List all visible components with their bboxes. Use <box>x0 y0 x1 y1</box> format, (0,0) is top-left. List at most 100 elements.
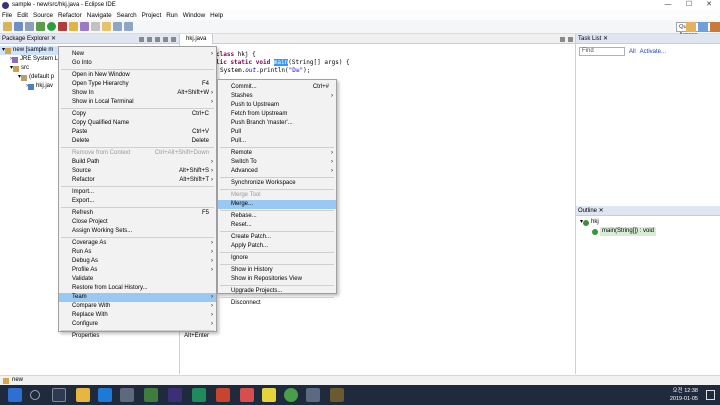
menu-source[interactable]: Source <box>33 12 53 19</box>
search-icon[interactable] <box>91 22 100 31</box>
team-item-push-to-upstream[interactable]: Push to Upstream <box>218 101 336 110</box>
context-item-go-into[interactable]: Go Into <box>59 59 216 68</box>
context-item-run-as[interactable]: Run As › <box>59 248 216 257</box>
search-icon[interactable] <box>30 390 40 400</box>
perspective-java-icon[interactable] <box>686 22 696 32</box>
menu-edit[interactable]: Edit <box>17 12 28 19</box>
team-item-upgrade-projects[interactable]: Upgrade Projects... <box>218 287 336 296</box>
menu-navigate[interactable]: Navigate <box>87 12 112 19</box>
task-activate-link[interactable]: Activate... <box>640 49 666 55</box>
back-icon[interactable] <box>113 22 122 31</box>
chrome-icon[interactable] <box>284 388 298 402</box>
menu-file[interactable]: File <box>2 12 12 19</box>
maximize-icon[interactable] <box>171 36 176 42</box>
app-icon[interactable] <box>306 388 320 402</box>
context-item-close-project[interactable]: Close Project <box>59 218 216 227</box>
menu-refactor[interactable]: Refactor <box>58 12 82 19</box>
view-menu-icon[interactable] <box>155 36 160 42</box>
task-view-icon[interactable] <box>52 388 66 402</box>
annotation-icon[interactable] <box>102 22 111 31</box>
tab-task-list[interactable]: Task List ✕ <box>576 34 720 44</box>
team-item-show-in-repositories-view[interactable]: Show in Repositories View <box>218 275 336 284</box>
context-item-properties[interactable]: Properties Alt+Enter <box>59 332 216 341</box>
save-icon[interactable] <box>14 22 23 31</box>
context-item-new[interactable]: New › <box>59 50 216 59</box>
forward-icon[interactable] <box>124 22 133 31</box>
context-item-replace-with[interactable]: Replace With › <box>59 311 216 320</box>
team-item-create-patch[interactable]: Create Patch... <box>218 233 336 242</box>
context-item-restore-from-local-history[interactable]: Restore from Local History... <box>59 284 216 293</box>
perspective-debug-icon[interactable] <box>698 22 708 32</box>
start-icon[interactable] <box>8 388 22 402</box>
collapse-all-icon[interactable] <box>139 36 144 42</box>
context-item-compare-with[interactable]: Compare With › <box>59 302 216 311</box>
code-text[interactable]: class hkj {lic static void main(String[]… <box>216 51 350 75</box>
team-item-stashes[interactable]: Stashes › <box>218 92 336 101</box>
app-icon[interactable] <box>144 388 158 402</box>
file-explorer-icon[interactable] <box>76 388 90 402</box>
minimize-button[interactable]: — <box>658 0 678 10</box>
app-icon[interactable] <box>192 388 206 402</box>
outline-item-method[interactable]: main(String[]) : void <box>576 227 720 236</box>
perspective-git-icon[interactable] <box>710 22 720 32</box>
minimize-icon[interactable] <box>163 36 168 42</box>
context-item-paste[interactable]: Paste Ctrl+V <box>59 128 216 137</box>
clock[interactable]: 오전 12:38 2019-01-05 <box>670 387 698 403</box>
app-icon[interactable] <box>120 388 134 402</box>
app-icon[interactable] <box>330 388 344 402</box>
team-item-show-in-history[interactable]: Show in History <box>218 266 336 275</box>
context-item-assign-working-sets[interactable]: Assign Working Sets... <box>59 227 216 236</box>
context-item-coverage-as[interactable]: Coverage As › <box>59 239 216 248</box>
context-item-import[interactable]: Import... <box>59 188 216 197</box>
run-icon[interactable] <box>47 22 56 31</box>
team-item-fetch-from-upstream[interactable]: Fetch from Upstream <box>218 110 336 119</box>
team-item-pull[interactable]: Pull... <box>218 137 336 146</box>
app-icon[interactable] <box>240 388 254 402</box>
powerpoint-icon[interactable] <box>216 388 230 402</box>
outline-item-class[interactable]: ▾ hkj <box>576 218 720 227</box>
close-button[interactable]: ✕ <box>699 0 719 10</box>
new-icon[interactable] <box>3 22 12 31</box>
team-item-advanced[interactable]: Advanced › <box>218 167 336 176</box>
open-type-icon[interactable] <box>80 22 89 31</box>
menu-project[interactable]: Project <box>142 12 162 19</box>
new-java-project-icon[interactable] <box>69 22 78 31</box>
context-item-build-path[interactable]: Build Path › <box>59 158 216 167</box>
team-item-apply-patch[interactable]: Apply Patch... <box>218 242 336 251</box>
maximize-button[interactable]: ☐ <box>679 0 699 10</box>
debug-icon[interactable] <box>36 22 45 31</box>
context-item-open-type-hierarchy[interactable]: Open Type Hierarchy F4 <box>59 80 216 89</box>
team-item-reset[interactable]: Reset... <box>218 221 336 230</box>
app-icon[interactable] <box>262 388 276 402</box>
context-item-team[interactable]: Team › <box>59 293 216 302</box>
context-item-profile-as[interactable]: Profile As › <box>59 266 216 275</box>
maximize-icon[interactable] <box>568 36 573 42</box>
context-item-configure[interactable]: Configure › <box>59 320 216 329</box>
menu-search[interactable]: Search <box>117 12 137 19</box>
context-item-copy[interactable]: Copy Ctrl+C <box>59 110 216 119</box>
team-item-synchronize-workspace[interactable]: Synchronize Workspace <box>218 179 336 188</box>
team-item-disconnect[interactable]: Disconnect <box>218 299 336 308</box>
team-item-remote[interactable]: Remote › <box>218 149 336 158</box>
context-item-debug-as[interactable]: Debug As › <box>59 257 216 266</box>
menu-run[interactable]: Run <box>166 12 178 19</box>
team-item-pull[interactable]: Pull <box>218 128 336 137</box>
team-item-merge[interactable]: Merge... <box>218 200 336 209</box>
context-item-refresh[interactable]: Refresh F5 <box>59 209 216 218</box>
save-all-icon[interactable] <box>25 22 34 31</box>
menu-window[interactable]: Window <box>183 12 205 19</box>
minimize-icon[interactable] <box>560 36 565 42</box>
context-item-show-in-local-terminal[interactable]: Show in Local Terminal › <box>59 98 216 107</box>
edge-icon[interactable] <box>98 388 112 402</box>
context-item-open-in-new-window[interactable]: Open in New Window <box>59 71 216 80</box>
menu-help[interactable]: Help <box>210 12 223 19</box>
team-item-ignore[interactable]: Ignore <box>218 254 336 263</box>
team-item-commit[interactable]: Commit... Ctrl+# <box>218 83 336 92</box>
eclipse-taskbar-icon[interactable] <box>168 388 182 402</box>
external-tools-icon[interactable] <box>58 22 67 31</box>
task-all-link[interactable]: All <box>629 49 636 55</box>
team-item-push-branch-master[interactable]: Push Branch 'master'... <box>218 119 336 128</box>
context-item-source[interactable]: Source Alt+Shift+S › <box>59 167 216 176</box>
team-item-switch-to[interactable]: Switch To › <box>218 158 336 167</box>
tab-hkj-java[interactable]: hkj.java <box>180 33 214 44</box>
